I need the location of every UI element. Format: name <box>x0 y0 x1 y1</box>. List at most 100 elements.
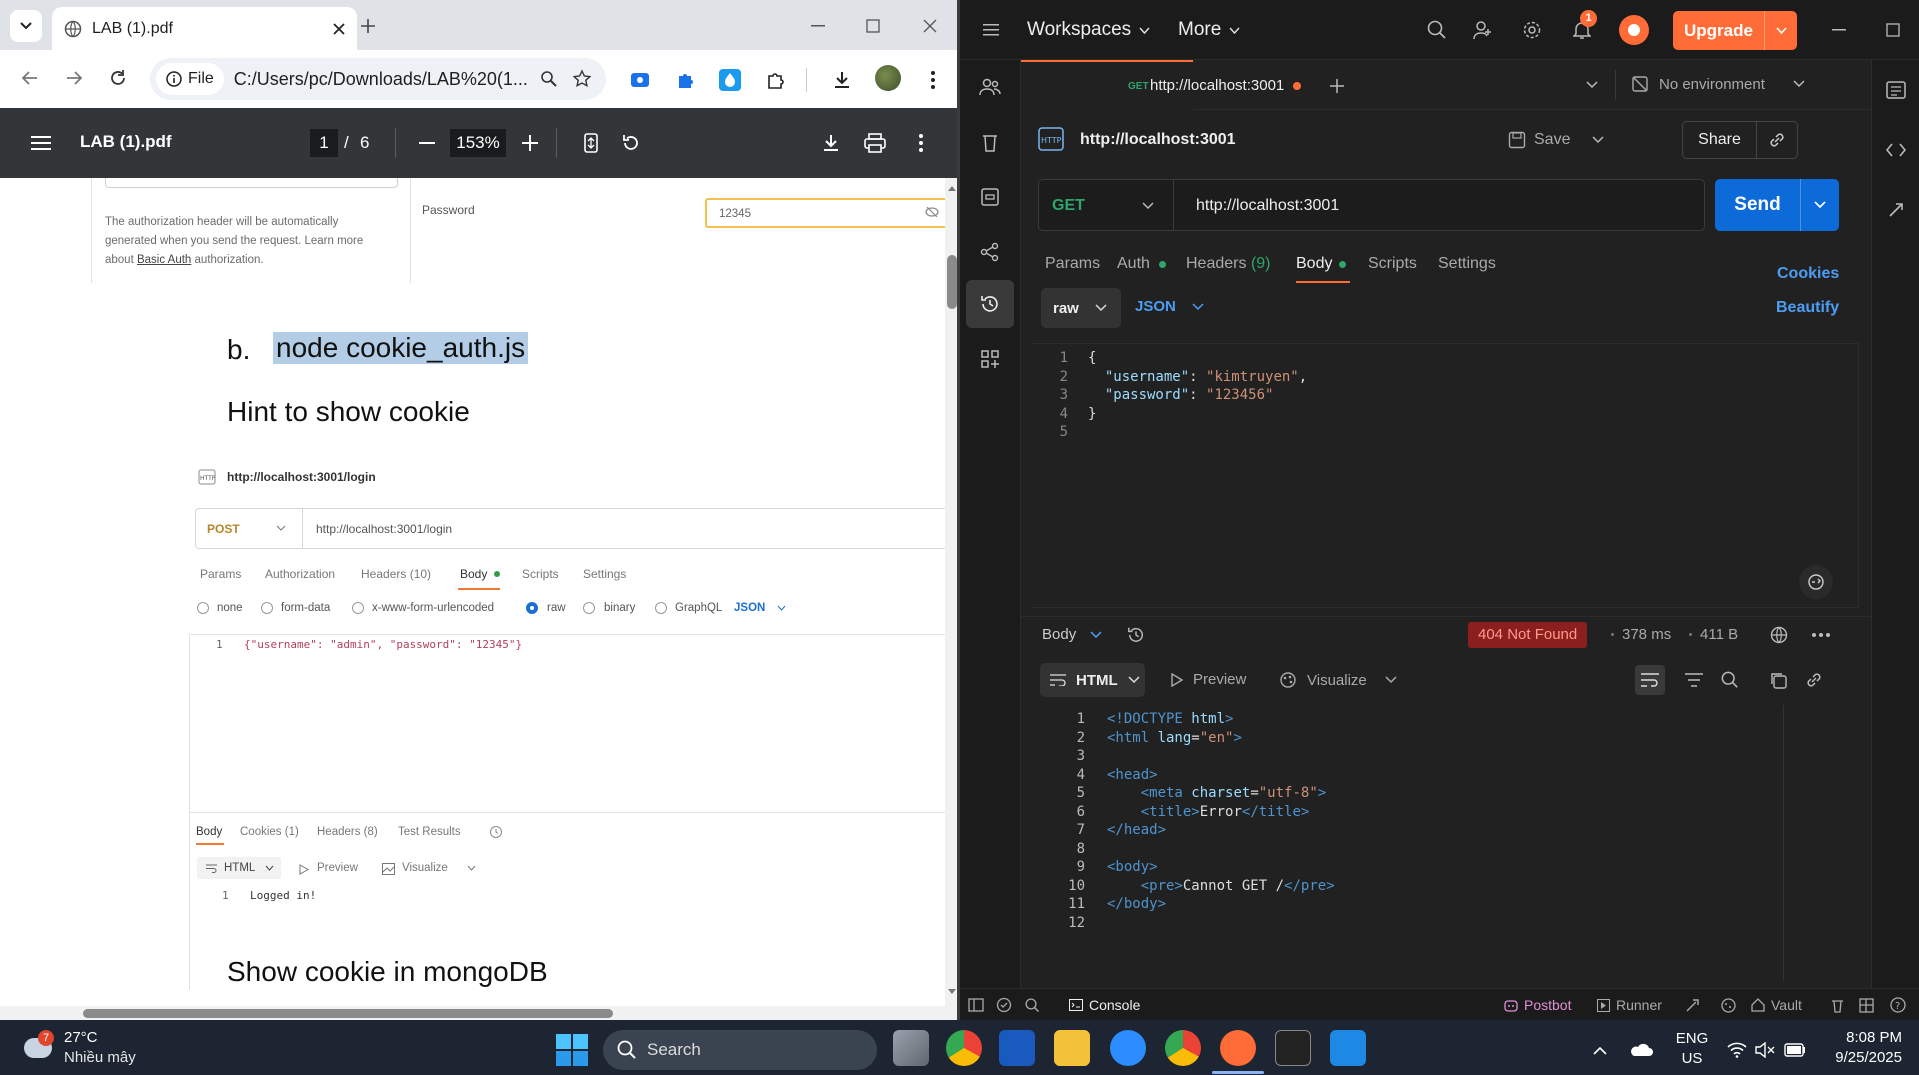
postman-taskbar-icon[interactable] <box>1220 1030 1256 1066</box>
cookies-footer-icon[interactable] <box>1719 996 1737 1014</box>
filter-icon[interactable] <box>1682 668 1706 692</box>
capture-icon[interactable] <box>1683 996 1701 1014</box>
tab-params[interactable]: Params <box>1045 255 1100 273</box>
start-windows-icon[interactable] <box>556 1034 588 1066</box>
layout-icon[interactable] <box>1857 996 1875 1014</box>
hamburger-menu-icon[interactable] <box>28 130 54 156</box>
tab-body[interactable]: Body <box>1296 255 1332 273</box>
pdf-more-icon[interactable] <box>908 130 934 156</box>
runner-button[interactable]: Runner <box>1597 997 1662 1013</box>
request-title[interactable]: http://localhost:3001 <box>1080 131 1236 149</box>
scroll-down-icon[interactable] <box>948 988 956 996</box>
trash-footer-icon[interactable] <box>1828 996 1846 1014</box>
tab-headers[interactable]: Headers (9) <box>1186 255 1271 273</box>
tab-settings[interactable]: Settings <box>1438 255 1496 273</box>
send-button[interactable]: Send <box>1715 179 1839 231</box>
history-icon[interactable] <box>978 292 1002 316</box>
documentation-icon[interactable] <box>1884 78 1908 102</box>
body-type-select[interactable]: raw <box>1041 288 1121 328</box>
send-chevron-icon[interactable] <box>1801 179 1839 231</box>
pdf-horizontal-scrollbar[interactable] <box>0 1006 945 1020</box>
upgrade-chevron-icon[interactable] <box>1765 11 1797 50</box>
postman-menu-icon[interactable] <box>981 20 1001 40</box>
weather-widget[interactable]: 7 <box>20 1030 56 1064</box>
address-bar[interactable]: File C:/Users/pc/Downloads/LAB%20(1... <box>150 58 606 100</box>
download-icon[interactable] <box>828 66 856 94</box>
clock-date[interactable]: 9/25/2025 <box>1822 1049 1902 1066</box>
response-search-icon[interactable] <box>1718 668 1742 692</box>
task-view-icon[interactable] <box>893 1030 929 1066</box>
wifi-icon[interactable] <box>1726 1040 1748 1060</box>
chrome-profile-taskbar-icon[interactable] <box>1165 1030 1201 1066</box>
related-icon[interactable] <box>1884 198 1908 222</box>
onedrive-cloud-icon[interactable] <box>1628 1040 1654 1060</box>
pm-minimize-icon[interactable] <box>1829 20 1849 40</box>
wrap-toggle-icon[interactable] <box>1635 665 1665 695</box>
copy-link-icon[interactable] <box>1757 131 1797 149</box>
environments-icon[interactable] <box>978 185 1002 209</box>
zoom-input[interactable]: 153% <box>450 129 506 157</box>
zoom-out-icon[interactable] <box>414 130 440 156</box>
url-input[interactable]: http://localhost:3001 <box>1196 197 1696 215</box>
status-badge[interactable]: 404 Not Found <box>1468 622 1588 648</box>
taskbar-search[interactable]: Search <box>603 1030 877 1070</box>
word-taskbar-icon[interactable] <box>999 1030 1035 1066</box>
tray-chevron-up-icon[interactable] <box>1590 1040 1610 1060</box>
response-link-icon[interactable] <box>1802 668 1826 692</box>
configure-workbench-icon[interactable] <box>978 347 1002 371</box>
more-menu[interactable]: More <box>1178 19 1240 41</box>
postbot-button[interactable]: Postbot <box>1504 997 1571 1013</box>
close-window-icon[interactable] <box>918 14 942 38</box>
fit-page-icon[interactable] <box>578 130 604 156</box>
scroll-up-icon[interactable] <box>948 184 956 192</box>
vault-button[interactable]: Vault <box>1751 997 1802 1013</box>
beautify-link[interactable]: Beautify <box>1776 299 1839 317</box>
tab-pdf[interactable]: LAB (1).pdf <box>52 7 357 50</box>
print-icon[interactable] <box>862 130 888 156</box>
extensions-icon[interactable] <box>763 68 787 92</box>
zoom-in-icon[interactable] <box>517 130 543 156</box>
cookies-link[interactable]: Cookies <box>1777 265 1839 283</box>
settings-gear-icon[interactable] <box>1520 18 1544 42</box>
clock-time[interactable]: 8:08 PM <box>1822 1029 1902 1046</box>
pm-maximize-icon[interactable] <box>1883 20 1903 40</box>
sidebar-toggle-icon[interactable] <box>967 996 985 1014</box>
console-button[interactable]: Console <box>1069 997 1140 1013</box>
weather-temp[interactable]: 27°C <box>64 1029 98 1046</box>
terminal-taskbar-icon[interactable] <box>1275 1030 1311 1066</box>
environment-selector[interactable]: No environment <box>1631 75 1805 93</box>
response-body-editor[interactable]: 1 <!DOCTYPE html> 2 <html lang="en"> 3 4 <head… <box>1021 705 1871 985</box>
network-globe-icon[interactable] <box>1768 624 1790 646</box>
response-time[interactable]: 378 ms <box>1622 626 1671 643</box>
bookmark-star-icon[interactable] <box>572 69 592 89</box>
upgrade-button[interactable]: Upgrade <box>1673 11 1797 50</box>
weather-condition[interactable]: Nhiều mây <box>64 1049 136 1066</box>
save-button[interactable]: Save <box>1508 121 1604 159</box>
response-history-icon[interactable] <box>1125 624 1147 646</box>
invite-user-icon[interactable] <box>1471 18 1495 42</box>
volume-muted-icon[interactable] <box>1754 1040 1776 1060</box>
new-tab-icon[interactable] <box>356 14 380 38</box>
copy-icon[interactable] <box>1766 668 1790 692</box>
forward-icon[interactable] <box>60 64 88 92</box>
puzzle-extension-icon[interactable] <box>673 68 697 92</box>
back-icon[interactable] <box>16 64 44 92</box>
zoom-taskbar-icon[interactable] <box>1110 1030 1146 1066</box>
tab-scripts[interactable]: Scripts <box>1368 255 1417 273</box>
minimize-icon[interactable] <box>806 14 830 38</box>
body-format-select[interactable]: JSON <box>1135 298 1204 315</box>
lang-primary[interactable]: ENG <box>1674 1030 1710 1047</box>
response-format-select[interactable]: HTML <box>1040 663 1145 697</box>
response-more-icon[interactable] <box>1810 626 1832 644</box>
find-replace-icon[interactable] <box>1023 996 1041 1014</box>
lang-secondary[interactable]: US <box>1674 1050 1710 1067</box>
chrome-taskbar-icon[interactable] <box>946 1030 982 1066</box>
postbot-suggest-icon[interactable] <box>1799 565 1833 599</box>
flows-icon[interactable] <box>978 240 1002 264</box>
search-icon[interactable] <box>1425 18 1449 42</box>
tab-close-icon[interactable] <box>333 22 345 35</box>
reload-icon[interactable] <box>104 64 132 92</box>
trash-icon[interactable] <box>978 130 1002 154</box>
response-size[interactable]: 411 B <box>1700 626 1738 643</box>
drop-extension-icon[interactable] <box>718 68 742 92</box>
